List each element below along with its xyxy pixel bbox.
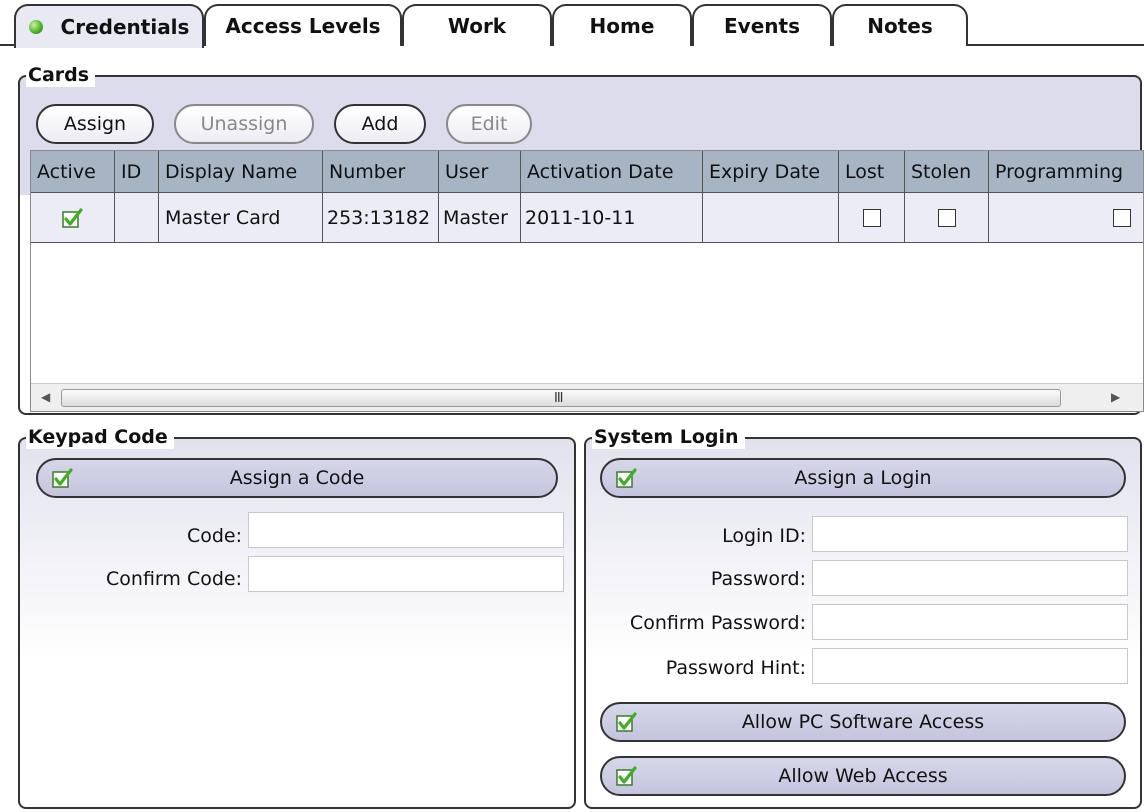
column-header-activation-date[interactable]: Activation Date bbox=[521, 151, 703, 192]
assign-code-label: Assign a Code bbox=[229, 467, 365, 489]
table-row[interactable]: Master Card 253:13182 Master 2011-10-11 bbox=[31, 193, 1143, 243]
checked-icon bbox=[616, 765, 638, 787]
cell-programming bbox=[989, 193, 1143, 242]
tab-access-levels[interactable]: Access Levels bbox=[204, 4, 402, 46]
checked-icon bbox=[616, 467, 638, 489]
column-header-lost[interactable]: Lost bbox=[839, 151, 905, 192]
confirm-code-input[interactable] bbox=[248, 556, 564, 592]
cards-group-title: Cards bbox=[26, 63, 96, 87]
confirm-password-label: Confirm Password: bbox=[629, 612, 806, 634]
allow-web-access-toggle[interactable]: Allow Web Access bbox=[600, 756, 1126, 796]
checked-icon bbox=[52, 467, 74, 489]
column-header-display-name[interactable]: Display Name bbox=[159, 151, 323, 192]
assign-login-label: Assign a Login bbox=[794, 467, 932, 489]
scroll-right-icon[interactable]: ▶ bbox=[1111, 390, 1120, 404]
cell-active bbox=[31, 193, 115, 242]
assign-button[interactable]: Assign bbox=[36, 104, 154, 144]
tab-bar: Credentials Access Levels Work Home Even… bbox=[0, 0, 1144, 48]
column-header-user[interactable]: User bbox=[439, 151, 521, 192]
allow-web-access-label: Allow Web Access bbox=[778, 765, 948, 787]
active-checked-icon[interactable] bbox=[62, 207, 84, 229]
cards-grid-header: Active ID Display Name Number User Activ… bbox=[31, 151, 1143, 193]
column-header-stolen[interactable]: Stolen bbox=[905, 151, 989, 192]
assign-code-toggle[interactable]: Assign a Code bbox=[36, 458, 558, 498]
tab-work[interactable]: Work bbox=[402, 4, 552, 46]
unassign-button[interactable]: Unassign bbox=[174, 104, 314, 144]
password-input[interactable] bbox=[812, 560, 1128, 596]
tab-label: Home bbox=[589, 14, 655, 38]
lost-checkbox[interactable] bbox=[862, 208, 881, 227]
login-id-input[interactable] bbox=[812, 516, 1128, 552]
tab-label: Events bbox=[724, 14, 800, 38]
scroll-left-icon[interactable]: ◀ bbox=[41, 390, 50, 404]
scrollbar-grip: III bbox=[554, 391, 563, 406]
cell-stolen bbox=[905, 193, 989, 242]
tab-credentials[interactable]: Credentials bbox=[14, 4, 204, 48]
tab-label: Access Levels bbox=[225, 14, 381, 38]
status-led-icon bbox=[28, 20, 43, 34]
horizontal-scrollbar[interactable]: ◀ III ▶ bbox=[31, 383, 1143, 411]
edit-button[interactable]: Edit bbox=[446, 104, 532, 144]
tab-events[interactable]: Events bbox=[692, 4, 832, 46]
confirm-password-input[interactable] bbox=[812, 604, 1128, 640]
cell-display-name: Master Card bbox=[159, 193, 323, 242]
password-hint-input[interactable] bbox=[812, 648, 1128, 684]
assign-login-toggle[interactable]: Assign a Login bbox=[600, 458, 1126, 498]
column-header-id[interactable]: ID bbox=[115, 151, 159, 192]
scrollbar-thumb[interactable]: III bbox=[61, 389, 1061, 407]
column-header-expiry-date[interactable]: Expiry Date bbox=[703, 151, 839, 192]
confirm-code-label: Confirm Code: bbox=[106, 568, 242, 590]
login-id-label: Login ID: bbox=[722, 525, 806, 547]
tab-label: Notes bbox=[867, 14, 933, 38]
cell-user: Master bbox=[439, 193, 521, 242]
password-label: Password: bbox=[710, 568, 806, 590]
keypad-code-title: Keypad Code bbox=[26, 425, 174, 449]
tab-label: Credentials bbox=[60, 15, 190, 39]
allow-pc-software-access-toggle[interactable]: Allow PC Software Access bbox=[600, 702, 1126, 742]
allow-pc-software-access-label: Allow PC Software Access bbox=[741, 711, 985, 733]
cards-grid: Active ID Display Name Number User Activ… bbox=[30, 150, 1144, 412]
cell-id bbox=[115, 193, 159, 242]
cell-lost bbox=[839, 193, 905, 242]
column-header-programming[interactable]: Programming bbox=[989, 151, 1143, 192]
cell-expiry-date bbox=[703, 193, 839, 242]
cell-activation-date: 2011-10-11 bbox=[521, 193, 703, 242]
tab-home[interactable]: Home bbox=[552, 4, 692, 46]
column-header-active[interactable]: Active bbox=[31, 151, 115, 192]
stolen-checkbox[interactable] bbox=[937, 208, 956, 227]
code-input[interactable] bbox=[248, 512, 564, 548]
tab-notes[interactable]: Notes bbox=[832, 4, 968, 46]
code-label: Code: bbox=[186, 525, 242, 547]
checked-icon bbox=[616, 711, 638, 733]
programming-checkbox[interactable] bbox=[1113, 208, 1131, 227]
system-login-title: System Login bbox=[592, 425, 745, 449]
column-header-number[interactable]: Number bbox=[323, 151, 439, 192]
tab-label: Work bbox=[447, 14, 507, 38]
cell-number: 253:13182 bbox=[323, 193, 439, 242]
password-hint-label: Password Hint: bbox=[665, 657, 806, 679]
add-button[interactable]: Add bbox=[334, 104, 426, 144]
